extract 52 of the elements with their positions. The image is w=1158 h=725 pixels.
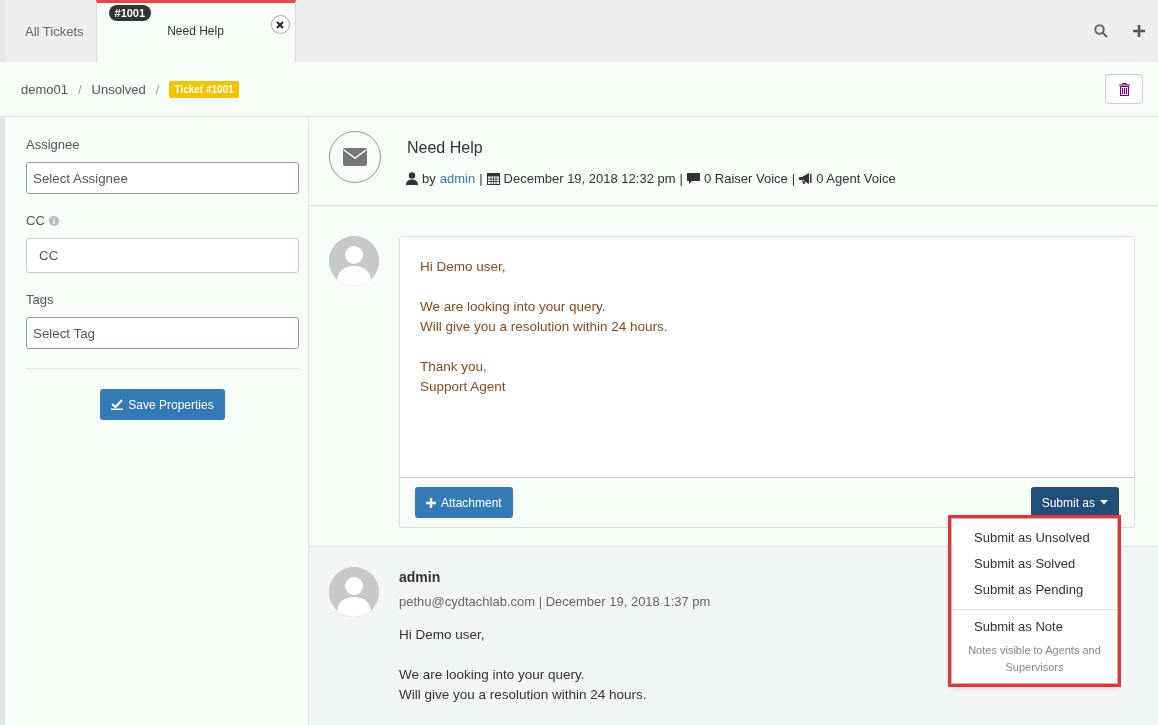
field-label: Tags — [26, 292, 54, 307]
caret-icon — [1100, 500, 1108, 506]
input-field[interactable]: Select Assignee — [26, 162, 299, 194]
info-icon — [48, 215, 59, 226]
ticket-number-badge: #1001 — [108, 5, 152, 21]
message-author: admin — [399, 569, 442, 585]
avatar-icon — [329, 567, 379, 617]
ticket-tab[interactable]: #1001 Need Help — [95, 0, 296, 62]
trash-icon — [1118, 82, 1130, 96]
avatar-icon — [329, 236, 379, 287]
author-prefix: by — [422, 171, 436, 186]
check-icon — [111, 399, 124, 410]
megaphone-icon — [799, 172, 813, 185]
breadcrumb-link[interactable]: demo01 — [21, 81, 68, 97]
close-icon — [276, 20, 284, 29]
delete-button[interactable] — [1105, 74, 1143, 104]
raiser-voice-count: 0 Raiser Voice — [703, 171, 788, 186]
ticket-badge: Ticket #1001 — [169, 80, 239, 98]
save-properties-button[interactable]: Save Properties — [100, 389, 225, 420]
meta-separator: | — [679, 171, 683, 186]
menu-item[interactable]: Submit as Pending — [952, 577, 1117, 604]
field-label: Assignee — [26, 137, 80, 152]
input-field[interactable]: Select Tag — [26, 317, 299, 349]
search-icon[interactable] — [1094, 24, 1108, 38]
breadcrumb-separator: / — [78, 81, 82, 97]
close-button[interactable] — [270, 15, 290, 34]
agent-voice-count: 0 Agent Voice — [816, 171, 896, 186]
plus-icon[interactable] — [1133, 25, 1145, 37]
speech-bubble-icon — [686, 172, 700, 185]
input-field[interactable]: CC — [26, 238, 299, 273]
menu-hint: Notes visible to Agents and Supervisors — [967, 643, 1102, 676]
meta-separator: | — [479, 171, 483, 186]
author-link[interactable]: admin — [439, 171, 476, 186]
menu-item[interactable]: Submit as Note — [952, 614, 1117, 641]
plus-icon — [426, 497, 436, 508]
menu-item[interactable]: Submit as Unsolved — [952, 525, 1117, 552]
menu-item[interactable]: Submit as Solved — [952, 551, 1117, 578]
tab[interactable]: All Tickets — [13, 0, 96, 62]
message-meta: pethu@cydtachlab.com | December 19, 2018 1:37 pm — [399, 594, 711, 609]
envelope-icon — [343, 148, 367, 166]
attachment-button[interactable]: Attachment — [415, 487, 513, 519]
field-label: CC — [26, 213, 45, 228]
meta-separator: | — [791, 171, 796, 186]
tab-title: Need Help — [167, 24, 224, 38]
ticket-title: Need Help — [407, 139, 484, 157]
ticket-date: December 19, 2018 12:32 pm — [503, 171, 676, 186]
reply-field[interactable]: Hi Demo user, We are looking into your query. Will give you a resolution within 24 hours. Thank you, Support Agent — [400, 237, 1134, 479]
breadcrumb-link[interactable]: Unsolved — [91, 81, 146, 97]
calendar-icon — [486, 172, 500, 185]
user-icon — [406, 172, 418, 185]
message-body: Hi Demo user, We are looking into your query. Will give you a resolution within 24 hours. — [399, 626, 648, 704]
breadcrumb-separator: / — [155, 81, 160, 97]
